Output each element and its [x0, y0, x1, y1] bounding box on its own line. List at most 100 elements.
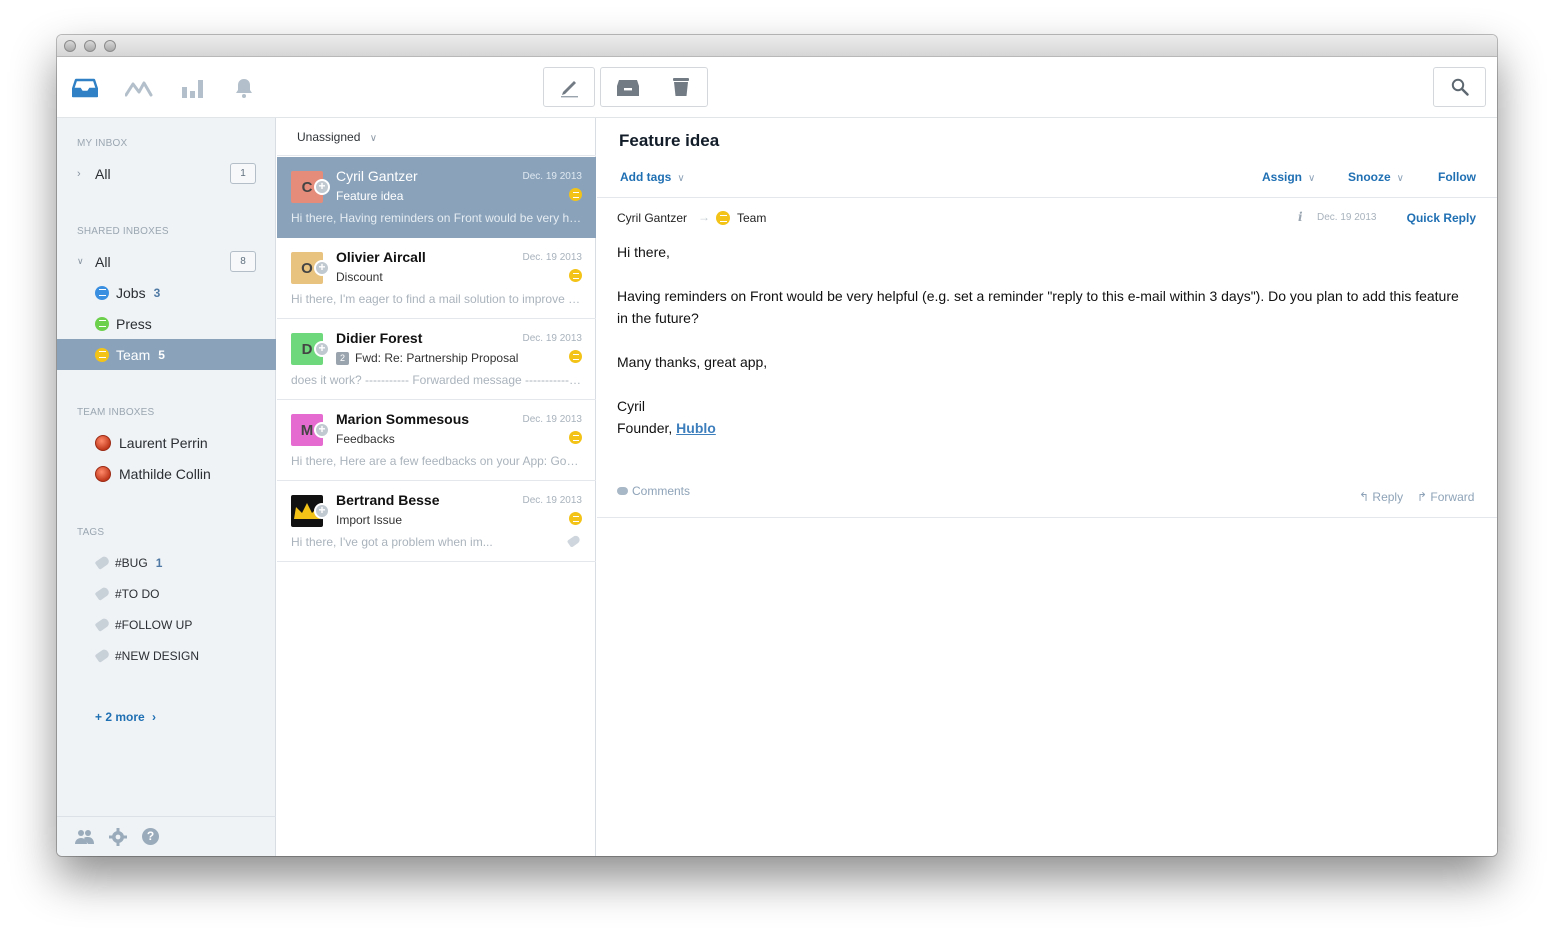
signature-role: Founder, Hublo [617, 417, 716, 439]
arrow-right-icon: → [698, 210, 710, 224]
signature-name: Cyril [617, 398, 645, 414]
conversation-subject: Import Issue [336, 513, 403, 527]
sidebar-item-press[interactable]: Press [57, 308, 276, 339]
quick-reply-button[interactable]: Quick Reply [1407, 211, 1476, 225]
conversation-title: Feature idea [619, 131, 720, 150]
conversation-preview: Hi there, I'm eager to find a mail solut… [291, 292, 583, 306]
company-link[interactable]: Hublo [676, 420, 716, 436]
chevron-down-icon: ∨ [1396, 173, 1404, 184]
tag-label: #BUG [115, 555, 148, 570]
conversation-item[interactable]: + Bertrand Besse Dec. 19 2013 Import Iss… [277, 481, 596, 562]
sidebar-item-label: Mathilde Collin [119, 465, 211, 482]
tag-icon [94, 648, 111, 663]
count-badge: 1 [230, 163, 256, 184]
message-greeting: Hi there, [617, 244, 670, 260]
zoom-window-button[interactable] [104, 40, 116, 52]
compose-icon[interactable] [544, 68, 594, 106]
conversation-subject-text: Fwd: Re: Partnership Proposal [355, 351, 519, 365]
sidebar: MY INBOX › All 1 SHARED INBOXES ∨ All 8 … [57, 118, 276, 856]
activity-icon[interactable] [124, 74, 154, 102]
conversation-item[interactable]: M + Marion Sommesous Dec. 19 2013 Feedba… [277, 400, 596, 481]
assign-button[interactable]: Assign ∨ [1262, 170, 1315, 184]
inbox-badge-icon [569, 188, 582, 201]
sidebar-tag-follow-up[interactable]: #FOLLOW UP [57, 609, 276, 640]
archive-icon[interactable] [601, 68, 654, 106]
sidebar-item-mathilde-collin[interactable]: Mathilde Collin [57, 458, 276, 489]
add-contact-icon[interactable]: + [314, 341, 330, 357]
conversation-date: Dec. 19 2013 [522, 414, 583, 425]
minimize-window-button[interactable] [84, 40, 96, 52]
sender-name: Bertrand Besse [336, 492, 440, 508]
add-tags-button[interactable]: Add tags ∨ [620, 170, 685, 184]
archive-trash-group [600, 67, 708, 107]
sidebar-item-laurent-perrin[interactable]: Laurent Perrin [57, 427, 276, 458]
more-tags-link[interactable]: + 2 more › [95, 710, 156, 724]
help-icon[interactable]: ? [142, 828, 159, 845]
close-window-button[interactable] [64, 40, 76, 52]
reply-button[interactable]: ↰ Reply [1359, 490, 1403, 504]
conversation-date: Dec. 19 2013 [522, 171, 583, 182]
inbox-icon [95, 347, 109, 362]
conversation-subject: Feedbacks [336, 432, 395, 446]
conversation-actions: Add tags ∨ Assign ∨ Snooze ∨ Follow [597, 162, 1497, 198]
reply-arrow-icon: ↰ [1359, 490, 1370, 504]
sidebar-item-team[interactable]: Team 5 [57, 339, 276, 370]
tags-title: TAGS [77, 527, 105, 538]
unread-count: 5 [158, 347, 165, 362]
add-contact-icon[interactable]: + [314, 422, 330, 438]
settings-icon[interactable] [109, 828, 127, 851]
conversation-date: Dec. 19 2013 [522, 495, 583, 506]
chevron-down-icon: ∨ [677, 173, 685, 184]
assignment-filter[interactable]: Unassigned ∨ [297, 130, 377, 144]
message-from: Cyril Gantzer [617, 211, 688, 225]
add-contact-icon[interactable]: + [314, 179, 330, 195]
forward-label: Forward [1430, 490, 1475, 504]
inbox-badge-icon [716, 211, 730, 225]
sidebar-item-my-all[interactable]: › All 1 [57, 158, 276, 189]
chevron-right-icon: › [152, 710, 157, 724]
message-thanks: Many thanks, great app, [617, 354, 768, 370]
conversation-item[interactable]: C + Cyril Gantzer Dec. 19 2013 Feature i… [277, 157, 596, 238]
chevron-down-icon: ∨ [77, 256, 84, 266]
sender-name: Marion Sommesous [336, 411, 470, 427]
snooze-button[interactable]: Snooze ∨ [1348, 170, 1404, 184]
add-contact-icon[interactable]: + [314, 503, 330, 519]
comments-button[interactable]: Comments [617, 484, 690, 498]
trash-icon[interactable] [654, 68, 707, 106]
conversation-item[interactable]: O + Olivier Aircall Dec. 19 2013 Discoun… [277, 238, 596, 319]
conversation-subject: Discount [336, 270, 383, 284]
info-icon[interactable]: i [1298, 210, 1303, 224]
tag-icon [566, 534, 582, 548]
inbox-icon [95, 316, 109, 331]
shared-inboxes-title: SHARED INBOXES [77, 226, 169, 237]
users-icon[interactable] [75, 829, 95, 850]
team-inboxes-title: TEAM INBOXES [77, 407, 155, 418]
inbox-icon[interactable] [70, 74, 100, 102]
follow-button[interactable]: Follow [1438, 170, 1476, 184]
search-group [1433, 67, 1486, 107]
sidebar-tag-bug[interactable]: #BUG 1 [57, 547, 276, 578]
analytics-icon[interactable] [178, 74, 208, 102]
sender-name: Cyril Gantzer [336, 168, 418, 184]
inbox-badge-icon [569, 350, 582, 363]
sender-name: Olivier Aircall [336, 249, 426, 265]
list-header: Unassigned ∨ [277, 118, 596, 156]
search-icon[interactable] [1434, 68, 1485, 106]
sidebar-item-jobs[interactable]: Jobs 3 [57, 277, 276, 308]
add-contact-icon[interactable]: + [314, 260, 330, 276]
sidebar-footer: ? [57, 816, 276, 856]
conversation-date: Dec. 19 2013 [522, 252, 583, 263]
conversation-detail: Feature idea Add tags ∨ Assign ∨ Snooze ∨ F… [597, 118, 1497, 856]
conversation-item[interactable]: D + Didier Forest Dec. 19 2013 2 Fwd: Re:… [277, 319, 596, 400]
sidebar-tag-todo[interactable]: #TO DO [57, 578, 276, 609]
inbox-badge-icon [569, 269, 582, 282]
sidebar-tag-new-design[interactable]: #NEW DESIGN [57, 640, 276, 671]
notifications-icon[interactable] [229, 74, 259, 102]
sidebar-item-shared-all[interactable]: ∨ All 8 [57, 246, 276, 277]
count-badge: 8 [230, 251, 256, 272]
avatar [95, 434, 111, 451]
comments-label: Comments [632, 484, 691, 498]
conversation-subject: Feature idea [336, 189, 404, 203]
forward-button[interactable]: ↱ Forward [1417, 490, 1474, 504]
tag-icon [94, 617, 111, 632]
